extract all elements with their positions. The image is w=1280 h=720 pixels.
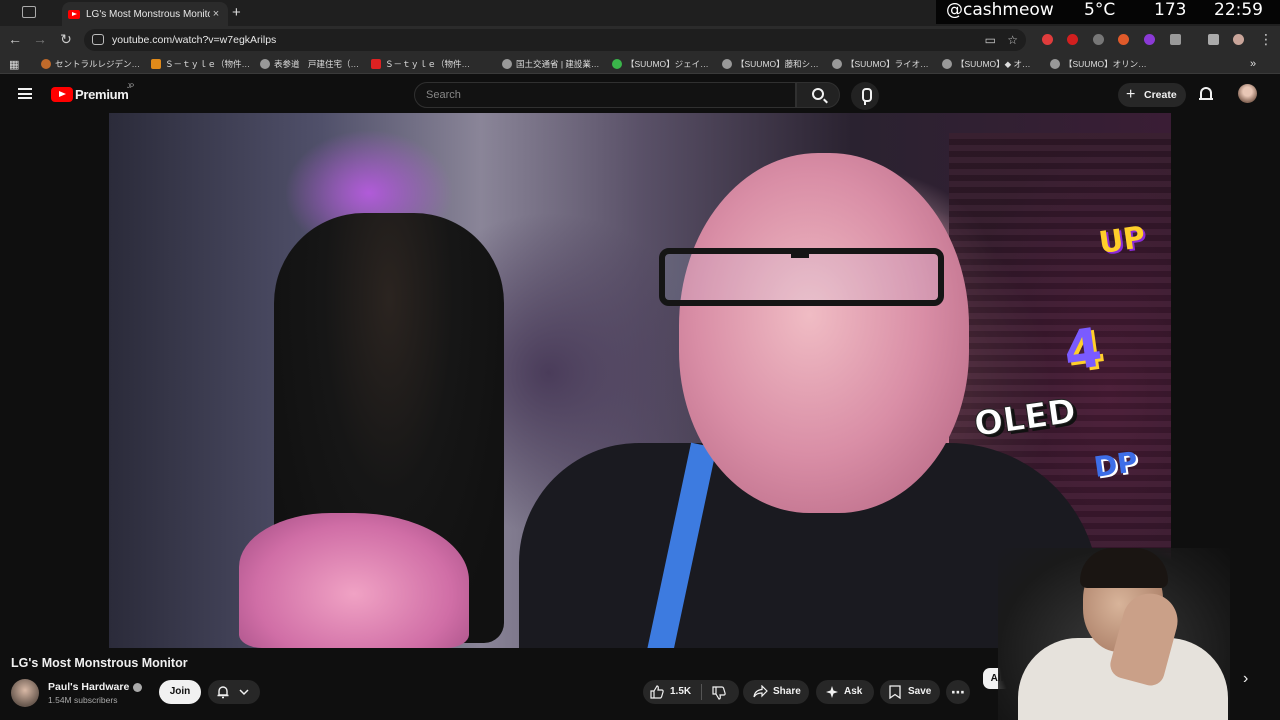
youtube-header: Premium JP Search + Create (0, 75, 1280, 113)
graffiti-text: 4 (1059, 315, 1106, 384)
status-time: 22:59 (1214, 0, 1263, 20)
extensions-puzzle-icon[interactable] (1170, 34, 1181, 45)
reading-list-icon[interactable] (1208, 34, 1219, 45)
extension-red-icon[interactable] (1042, 34, 1053, 45)
bookmark-item[interactable]: 【SUUMO】ライオ… (832, 58, 929, 70)
bookmark-item[interactable]: 【SUUMO】藤和シ… (722, 58, 819, 70)
tab-title: LG's Most Monstrous Monitor (86, 8, 210, 20)
plus-icon: + (1126, 86, 1136, 103)
reload-icon[interactable]: ↻ (57, 31, 75, 48)
status-temperature: 5°C (1084, 0, 1116, 20)
presenter-hand (239, 513, 469, 648)
chevron-right-icon[interactable]: › (1243, 670, 1248, 688)
extension-gray-icon[interactable] (1093, 34, 1104, 45)
presenter-glasses (659, 248, 944, 306)
bookmark-item[interactable]: Ｓ－ｔｙｌｅ（物件… (151, 58, 250, 70)
youtube-favicon-icon (68, 9, 80, 19)
webcam-person-hair (1080, 548, 1168, 588)
like-divider (701, 684, 702, 700)
subscriber-count: 1.54M subscribers (48, 695, 118, 705)
save-button[interactable]: Save (880, 680, 940, 704)
globe-icon (942, 59, 952, 69)
save-bookmark-icon (889, 685, 901, 699)
video-title: LG's Most Monstrous Monitor (11, 656, 188, 670)
like-icon[interactable] (650, 685, 664, 699)
extension-record-icon[interactable] (1067, 34, 1078, 45)
share-button[interactable]: Share (743, 680, 809, 704)
address-bar[interactable]: youtube.com/watch?v=w7egkArilps ▭ ☆ (84, 29, 1026, 51)
forward-arrow-icon[interactable]: → (31, 31, 49, 47)
account-avatar[interactable] (1238, 84, 1257, 103)
bookmark-item[interactable]: セントラルレジデン… (41, 58, 140, 70)
subscription-bell-button[interactable] (208, 680, 260, 704)
bookmark-item[interactable]: Ｓ－ｔｙｌｅ（物件… (371, 58, 470, 70)
url-text: youtube.com/watch?v=w7egkArilps (112, 34, 277, 46)
channel-name[interactable]: Paul's Hardware (48, 681, 129, 693)
bell-icon (217, 686, 229, 699)
bookmark-item[interactable]: 【SUUMO】オリン… (1050, 58, 1147, 70)
bookmark-favicon-icon (41, 59, 51, 69)
site-info-icon[interactable] (92, 34, 104, 45)
bookmark-star-icon[interactable]: ☆ (1007, 29, 1018, 51)
notifications-bell-icon[interactable] (1199, 87, 1213, 100)
search-input[interactable]: Search (414, 82, 796, 108)
bookmark-favicon-icon (151, 59, 161, 69)
stream-status-overlay: @cashmeow 5°C 173 22:59 (936, 0, 1280, 24)
globe-icon (722, 59, 732, 69)
graffiti-text: UP (1096, 219, 1148, 262)
search-icon (812, 88, 824, 100)
suumo-favicon-icon (612, 59, 622, 69)
bookmarks-overflow-icon[interactable]: » (1250, 58, 1256, 70)
presenter-head (679, 153, 969, 513)
chevron-down-icon (239, 689, 249, 696)
youtube-logo-icon[interactable] (51, 87, 73, 102)
globe-icon (502, 59, 512, 69)
globe-icon (260, 59, 270, 69)
bookmark-item[interactable]: 表参道 戸建住宅（… (260, 58, 359, 70)
bookmarks-bar: ▦ セントラルレジデン… Ｓ－ｔｙｌｅ（物件… 表参道 戸建住宅（… Ｓ－ｔｙｌ… (0, 54, 1280, 74)
bookmark-item[interactable]: 【SUUMO】ジェイ… (612, 58, 709, 70)
globe-icon (1050, 59, 1060, 69)
extension-orange-icon[interactable] (1118, 34, 1129, 45)
webcam-overlay (998, 548, 1230, 720)
share-icon (753, 685, 768, 698)
ask-button[interactable]: Ask (816, 680, 874, 704)
create-button[interactable]: + Create (1118, 83, 1186, 107)
globe-icon (832, 59, 842, 69)
browser-tab-active[interactable]: LG's Most Monstrous Monitor × (62, 2, 228, 26)
tab-close-icon[interactable]: × (210, 8, 222, 20)
status-counter: 173 (1154, 0, 1187, 20)
apps-grid-icon[interactable]: ▦ (9, 58, 19, 71)
more-actions-icon[interactable]: ⋯ (946, 680, 970, 704)
back-arrow-icon[interactable]: ← (6, 31, 24, 47)
dislike-icon[interactable] (712, 686, 726, 700)
like-dislike-bar: 1.5K (643, 680, 739, 704)
bookmark-item[interactable]: 国土交通省 | 建設業… (502, 58, 599, 70)
sparkle-icon (826, 686, 838, 698)
status-handle: @cashmeow (946, 0, 1054, 20)
extension-purple-icon[interactable] (1144, 34, 1155, 45)
like-count: 1.5K (670, 686, 692, 697)
search-button[interactable] (796, 82, 840, 108)
voice-search-mic-icon[interactable] (851, 82, 879, 110)
youtube-favicon-icon (371, 59, 381, 69)
channel-avatar[interactable] (11, 679, 39, 707)
cast-icon[interactable]: ▭ (985, 29, 996, 51)
tab-search-icon[interactable] (22, 6, 36, 18)
browser-toolbar: ← → ↻ youtube.com/watch?v=w7egkArilps ▭ … (0, 26, 1280, 54)
browser-menu-icon[interactable]: ⋮ (1257, 31, 1275, 48)
logo-region-code: JP (127, 84, 135, 90)
youtube-logo-text[interactable]: Premium (75, 87, 129, 102)
profile-avatar-icon[interactable] (1233, 34, 1244, 45)
graffiti-text: DP (1091, 445, 1140, 484)
hamburger-menu-icon[interactable] (18, 88, 32, 99)
verified-badge-icon (133, 683, 142, 692)
new-tab-button[interactable]: + (232, 4, 241, 21)
join-button[interactable]: Join (159, 680, 201, 704)
bookmark-item[interactable]: 【SUUMO】◆ オ… (942, 58, 1031, 70)
